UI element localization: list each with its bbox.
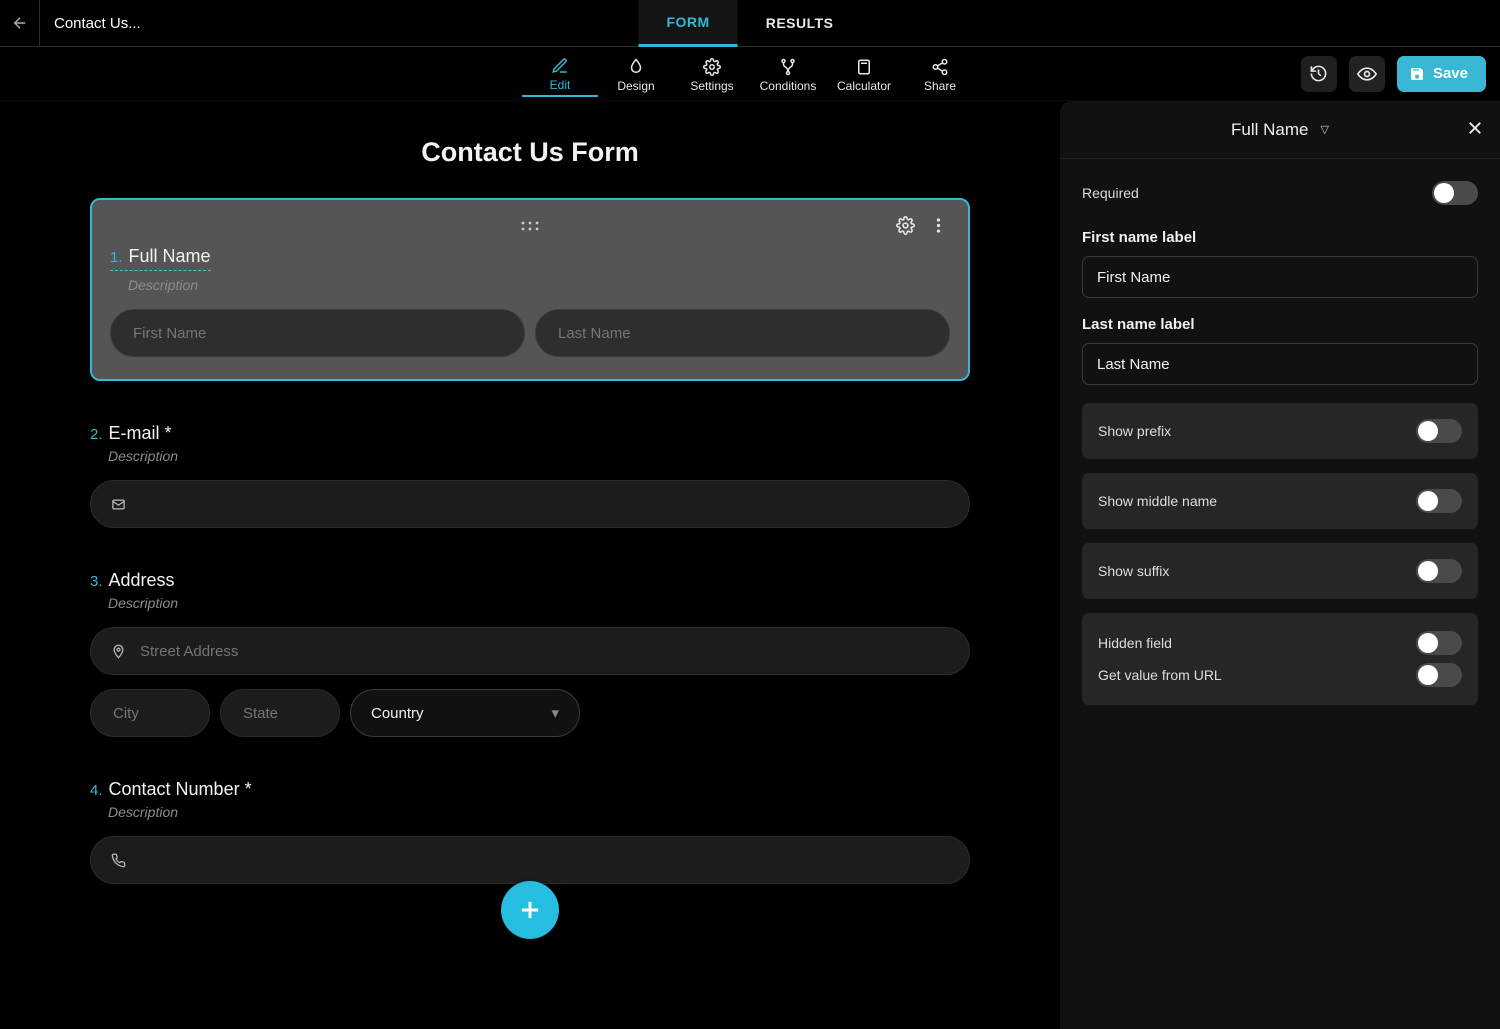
country-select[interactable]: Country ▾ — [350, 689, 580, 737]
tool-share[interactable]: Share — [902, 51, 978, 97]
tool-settings[interactable]: Settings — [674, 51, 750, 97]
hidden-field-toggle[interactable] — [1416, 631, 1462, 655]
share-icon — [931, 58, 949, 76]
state-input[interactable] — [220, 689, 340, 737]
last-name-label-input[interactable] — [1082, 343, 1478, 385]
field-email[interactable]: 2. E-mail * Description — [90, 423, 970, 528]
get-from-url-label: Get value from URL — [1098, 667, 1222, 683]
email-input[interactable] — [90, 480, 970, 528]
field-number: 1. — [110, 249, 123, 266]
tool-calculator[interactable]: Calculator — [826, 51, 902, 97]
history-button[interactable] — [1301, 56, 1337, 92]
first-name-label-title: First name label — [1082, 229, 1478, 246]
show-middle-label: Show middle name — [1098, 493, 1217, 509]
branch-icon — [779, 58, 797, 76]
field-number: 4. — [90, 782, 103, 799]
tool-edit[interactable]: Edit — [522, 51, 598, 97]
field-more-icon[interactable] — [929, 216, 948, 235]
required-label: Required — [1082, 185, 1139, 201]
first-name-input[interactable] — [110, 309, 525, 357]
form-heading: Contact Us Form — [90, 137, 970, 168]
chevron-down-icon: ▽ — [1321, 123, 1329, 136]
tab-form[interactable]: FORM — [638, 0, 737, 47]
drag-handle-icon[interactable] — [520, 219, 540, 235]
save-icon — [1409, 66, 1425, 82]
street-input[interactable] — [90, 627, 970, 675]
form-title-input[interactable] — [40, 15, 290, 32]
field-number: 2. — [90, 426, 103, 443]
show-middle-toggle[interactable] — [1416, 489, 1462, 513]
field-description[interactable]: Description — [128, 277, 950, 293]
required-toggle[interactable] — [1432, 181, 1478, 205]
city-input[interactable] — [90, 689, 210, 737]
calculator-icon — [855, 58, 873, 76]
pin-icon — [111, 644, 126, 659]
gear-icon — [703, 58, 721, 76]
show-prefix-toggle[interactable] — [1416, 419, 1462, 443]
field-settings-icon[interactable] — [896, 216, 915, 235]
show-suffix-toggle[interactable] — [1416, 559, 1462, 583]
eye-icon — [1357, 64, 1377, 84]
phone-input[interactable] — [90, 836, 970, 884]
preview-button[interactable] — [1349, 56, 1385, 92]
hidden-field-label: Hidden field — [1098, 635, 1172, 651]
field-label[interactable]: Full Name — [129, 246, 211, 267]
history-icon — [1309, 64, 1328, 83]
mail-icon — [111, 497, 126, 512]
field-description: Description — [108, 448, 970, 464]
get-from-url-toggle[interactable] — [1416, 663, 1462, 687]
phone-icon — [111, 853, 126, 868]
tool-conditions[interactable]: Conditions — [750, 51, 826, 97]
field-number: 3. — [90, 573, 103, 590]
field-contact-number[interactable]: 4. Contact Number * Description — [90, 779, 970, 884]
show-suffix-label: Show suffix — [1098, 563, 1169, 579]
save-button[interactable]: Save — [1397, 56, 1486, 92]
panel-title[interactable]: Full Name ▽ — [1231, 120, 1329, 140]
first-name-label-input[interactable] — [1082, 256, 1478, 298]
field-label: Contact Number * — [109, 779, 252, 800]
field-fullname[interactable]: 1. Full Name Description — [90, 198, 970, 381]
tool-design[interactable]: Design — [598, 51, 674, 97]
properties-panel: Full Name ▽ Required First name label La… — [1060, 101, 1500, 1029]
pencil-icon — [551, 57, 569, 75]
add-field-button[interactable] — [501, 881, 559, 939]
show-prefix-label: Show prefix — [1098, 423, 1171, 439]
field-address[interactable]: 3. Address Description Country ▾ — [90, 570, 970, 737]
tab-results[interactable]: RESULTS — [738, 0, 862, 47]
plus-icon — [516, 896, 544, 924]
field-label: E-mail * — [109, 423, 172, 444]
last-name-input[interactable] — [535, 309, 950, 357]
chevron-down-icon: ▾ — [551, 704, 559, 722]
field-label: Address — [109, 570, 175, 591]
field-description: Description — [108, 595, 970, 611]
last-name-label-title: Last name label — [1082, 316, 1478, 333]
close-icon — [1466, 119, 1484, 137]
back-button[interactable] — [0, 0, 40, 47]
field-description: Description — [108, 804, 970, 820]
close-panel-button[interactable] — [1466, 119, 1484, 140]
drop-icon — [627, 58, 645, 76]
